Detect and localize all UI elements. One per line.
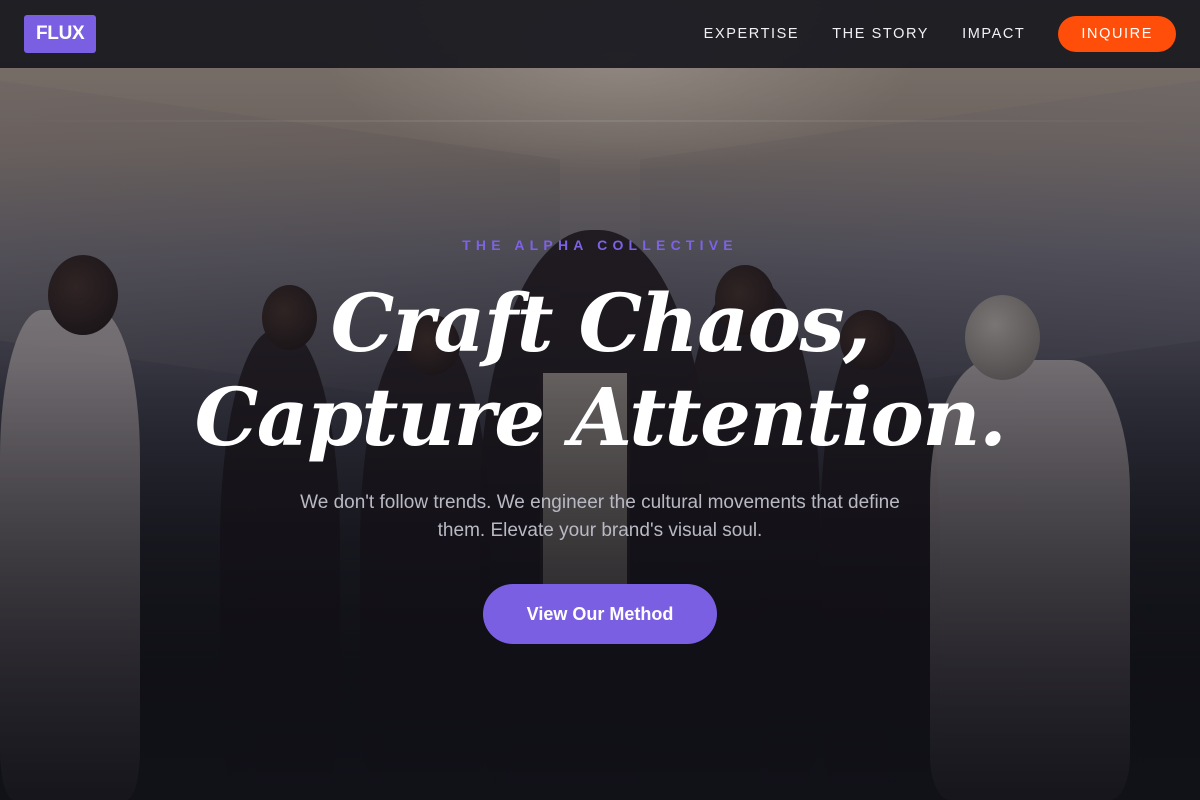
headline-line-2: Capture Attention. [194, 370, 1007, 464]
hero-subtext: We don't follow trends. We engineer the … [300, 492, 900, 541]
logo[interactable]: FLUX [24, 15, 97, 53]
nav-link-the-story[interactable]: THE STORY [832, 26, 929, 42]
nav-link-expertise[interactable]: EXPERTISE [704, 26, 800, 42]
nav-menu: EXPERTISE THE STORY IMPACT INQUIRE [704, 16, 1176, 52]
inquire-button[interactable]: INQUIRE [1058, 16, 1176, 52]
nav-link-impact[interactable]: IMPACT [962, 26, 1025, 42]
view-method-button[interactable]: View Our Method [483, 584, 717, 644]
hero-eyebrow: THE ALPHA COLLECTIVE [462, 237, 738, 253]
hero-section: THE ALPHA COLLECTIVE Craft Chaos, Captur… [0, 0, 1200, 800]
headline-line-1: Craft Chaos, [330, 276, 871, 370]
landing-page: FLUX EXPERTISE THE STORY IMPACT INQUIRE … [0, 0, 1200, 800]
hero-headline: Craft Chaos, Capture Attention. [0, 276, 1200, 464]
top-navigation: FLUX EXPERTISE THE STORY IMPACT INQUIRE [0, 0, 1200, 68]
